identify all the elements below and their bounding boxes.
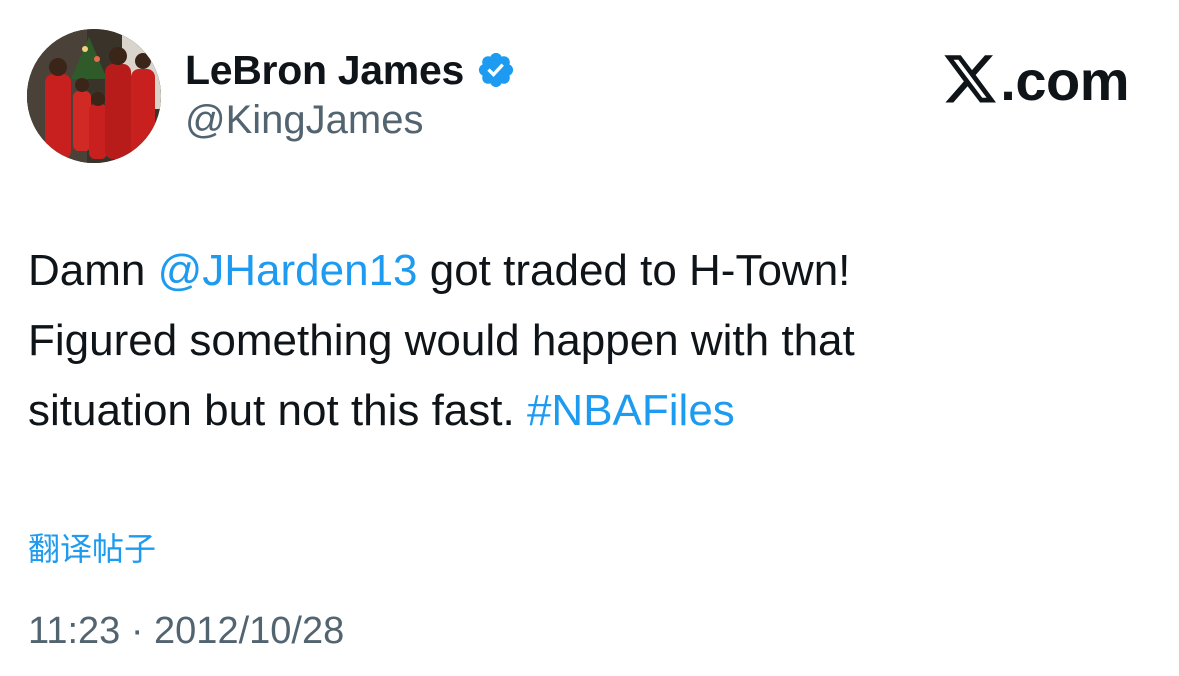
author-handle[interactable]: @KingJames bbox=[185, 98, 423, 143]
x-logo-icon bbox=[944, 55, 997, 103]
family-photo-avatar bbox=[27, 29, 161, 163]
brand-watermark: .com bbox=[944, 48, 1129, 112]
tweet-timestamp[interactable]: 11:23 · 2012/10/28 bbox=[28, 610, 344, 653]
tweet-text: Damn @JHarden13 got traded to H-Town! Fi… bbox=[28, 236, 1138, 446]
tweet-line-2: Figured something would happen with that bbox=[28, 316, 855, 365]
author-display-name[interactable]: LeBron James bbox=[185, 47, 464, 94]
brand-label: .com bbox=[1000, 48, 1129, 112]
hashtag-link[interactable]: #NBAFiles bbox=[527, 386, 735, 435]
tweet-text-segment: Damn bbox=[28, 246, 158, 295]
verified-badge-icon bbox=[478, 52, 514, 88]
tweet-line-3: situation but not this fast. #NBAFiles bbox=[28, 376, 1138, 446]
tweet-text-segment: situation but not this fast. bbox=[28, 386, 527, 435]
author-name-row: LeBron James bbox=[185, 44, 516, 96]
avatar[interactable] bbox=[27, 29, 161, 163]
mention-link[interactable]: @JHarden13 bbox=[158, 246, 418, 295]
translate-post-link[interactable]: 翻译帖子 bbox=[28, 524, 156, 570]
tweet-text-segment: got traded to H-Town! bbox=[417, 246, 851, 295]
tweet-line-1: Damn @JHarden13 got traded to H-Town! bbox=[28, 236, 1138, 306]
